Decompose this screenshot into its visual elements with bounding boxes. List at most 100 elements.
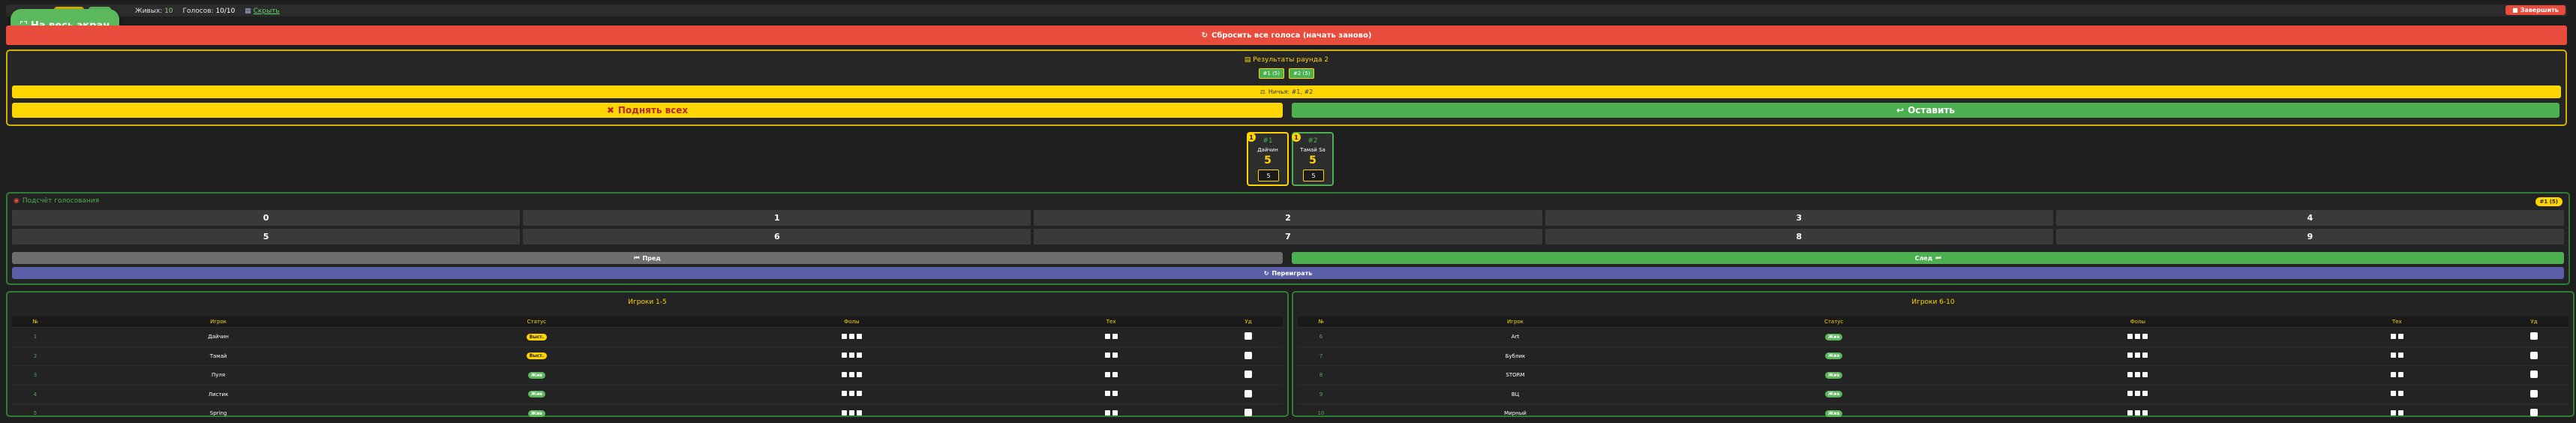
foul-checkbox[interactable] xyxy=(841,371,847,377)
foul-checkbox[interactable] xyxy=(848,410,854,416)
removed-checkbox[interactable] xyxy=(2530,389,2538,398)
foul-checkbox[interactable] xyxy=(841,333,847,339)
foul-checkbox[interactable] xyxy=(2135,391,2141,397)
foul-checkbox[interactable] xyxy=(2135,371,2141,377)
status-badge[interactable]: Жив xyxy=(1824,391,1843,398)
tech-checkbox[interactable] xyxy=(1112,371,1118,377)
foul-checkbox[interactable] xyxy=(2127,333,2133,339)
foul-checkbox[interactable] xyxy=(856,333,862,339)
tech-checkbox[interactable] xyxy=(1104,352,1110,358)
status-badge[interactable]: Жив xyxy=(1824,410,1843,417)
foul-checkbox[interactable] xyxy=(2142,410,2148,416)
candidate-card[interactable]: 1 #1 Дайчин 5 5 xyxy=(1247,132,1289,186)
foul-checkbox[interactable] xyxy=(841,410,847,416)
status-badge[interactable]: Жив xyxy=(1824,371,1843,379)
tech-checkbox[interactable] xyxy=(2390,410,2396,416)
removed-checkbox[interactable] xyxy=(1244,351,1252,359)
foul-checkbox[interactable] xyxy=(841,391,847,397)
foul-checkbox[interactable] xyxy=(2127,352,2133,358)
candidate-card[interactable]: 1 #2 Тамай Sa 5 5 xyxy=(1292,132,1334,186)
tech-checkbox[interactable] xyxy=(1104,333,1110,339)
removed-checkbox[interactable] xyxy=(1244,389,1252,398)
candidate-vote-input[interactable]: 5 xyxy=(1303,170,1324,182)
removed-checkbox[interactable] xyxy=(1244,409,1252,417)
tech-checkbox[interactable] xyxy=(1104,410,1110,416)
tech-checkbox[interactable] xyxy=(2390,333,2396,339)
hide-link[interactable]: Скрыть xyxy=(254,8,280,15)
status-cell: Жив xyxy=(1686,346,1982,366)
tech-checkbox[interactable] xyxy=(1104,371,1110,377)
col-header: Уд xyxy=(1214,316,1283,328)
number-button[interactable]: 8 xyxy=(1545,229,2053,244)
foul-checkbox[interactable] xyxy=(2142,391,2148,397)
tech-checkbox[interactable] xyxy=(2390,371,2396,377)
foul-checkbox[interactable] xyxy=(2142,352,2148,358)
tech-checkbox[interactable] xyxy=(1112,352,1118,358)
foul-checkbox[interactable] xyxy=(848,391,854,397)
number-button[interactable]: 2 xyxy=(1034,210,1542,226)
foul-checkbox[interactable] xyxy=(2127,410,2133,416)
status-badge[interactable]: Жив xyxy=(527,410,545,417)
number-button[interactable]: 1 xyxy=(523,210,1031,226)
foul-checkbox[interactable] xyxy=(856,391,862,397)
status-badge[interactable]: Жив xyxy=(1824,352,1843,360)
tech-checkbox[interactable] xyxy=(1104,391,1110,397)
number-button[interactable]: 6 xyxy=(523,229,1031,244)
foul-checkbox[interactable] xyxy=(848,333,854,339)
keep-button[interactable]: ↩ Оставить xyxy=(1292,103,2559,118)
tech-checkbox[interactable] xyxy=(2397,410,2403,416)
foul-checkbox[interactable] xyxy=(2142,371,2148,377)
next-button[interactable]: След ⏭ xyxy=(1292,252,2564,264)
player-name: STORM xyxy=(1344,365,1686,385)
tech-checkbox[interactable] xyxy=(2390,391,2396,397)
removed-checkbox[interactable] xyxy=(2530,332,2538,340)
foul-checkbox[interactable] xyxy=(2135,410,2141,416)
fouls-cell xyxy=(695,384,1009,404)
status-badge[interactable]: Жив xyxy=(1824,333,1843,340)
tech-checkbox[interactable] xyxy=(2397,371,2403,377)
number-button[interactable]: 3 xyxy=(1545,210,2053,226)
foul-checkbox[interactable] xyxy=(2135,352,2141,358)
finish-button[interactable]: ■ Завершить xyxy=(2505,5,2565,15)
status-badge[interactable]: Выст. xyxy=(526,352,547,360)
number-button[interactable]: 9 xyxy=(2055,229,2564,244)
foul-checkbox[interactable] xyxy=(2127,391,2133,397)
prev-button[interactable]: ⏮ Пред xyxy=(12,252,1283,264)
raise-all-button[interactable]: ✖ Поднять всех xyxy=(12,103,1283,118)
tech-checkbox[interactable] xyxy=(1112,410,1118,416)
removed-checkbox[interactable] xyxy=(1244,332,1252,340)
foul-checkbox[interactable] xyxy=(856,371,862,377)
status-badge[interactable]: Жив xyxy=(527,371,545,379)
foul-checkbox[interactable] xyxy=(841,352,847,358)
tech-cell xyxy=(1008,365,1214,385)
tech-checkbox[interactable] xyxy=(2397,333,2403,339)
players-panel-2: Игроки 6-10 № Игрок Статус Фолы Тех Уд 6… xyxy=(1292,291,2574,423)
status-badge[interactable]: Выст. xyxy=(526,333,547,340)
foul-checkbox[interactable] xyxy=(848,352,854,358)
foul-checkbox[interactable] xyxy=(2127,371,2133,377)
foul-checkbox[interactable] xyxy=(2135,333,2141,339)
number-button[interactable]: 7 xyxy=(1034,229,1542,244)
removed-checkbox[interactable] xyxy=(2530,351,2538,359)
foul-checkbox[interactable] xyxy=(2142,333,2148,339)
removed-checkbox[interactable] xyxy=(2530,409,2538,417)
reset-votes-button[interactable]: ↻ Сбросить все голоса (начать заново) xyxy=(6,26,2567,45)
replay-button[interactable]: ↻ Переиграть xyxy=(12,267,2564,279)
result-tag: #2 (5) xyxy=(1289,68,1315,79)
removed-checkbox[interactable] xyxy=(1244,370,1252,379)
number-button[interactable]: 4 xyxy=(2055,210,2564,226)
foul-checkbox[interactable] xyxy=(856,410,862,416)
col-header: Тех xyxy=(2294,316,2499,328)
foul-checkbox[interactable] xyxy=(848,371,854,377)
number-button[interactable]: 5 xyxy=(12,229,521,244)
foul-checkbox[interactable] xyxy=(856,352,862,358)
tech-checkbox[interactable] xyxy=(2390,352,2396,358)
candidate-vote-input[interactable]: 5 xyxy=(1258,170,1279,182)
removed-checkbox[interactable] xyxy=(2530,370,2538,379)
tech-checkbox[interactable] xyxy=(2397,352,2403,358)
number-button[interactable]: 0 xyxy=(12,210,521,226)
tech-checkbox[interactable] xyxy=(2397,391,2403,397)
tech-checkbox[interactable] xyxy=(1112,391,1118,397)
tech-checkbox[interactable] xyxy=(1112,333,1118,339)
status-badge[interactable]: Жив xyxy=(527,391,545,398)
